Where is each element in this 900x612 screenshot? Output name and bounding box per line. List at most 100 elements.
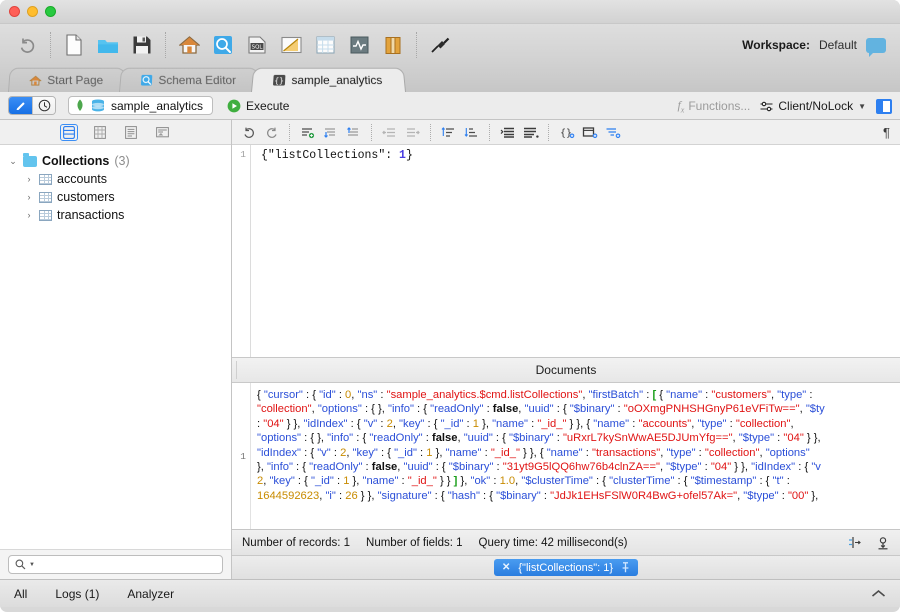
- open-folder-button[interactable]: [93, 30, 123, 60]
- json-token: "uuid": [524, 403, 554, 416]
- new-file-button[interactable]: [59, 30, 89, 60]
- editor-add-line-button[interactable]: [297, 123, 318, 142]
- window-minimize-button[interactable]: [27, 6, 38, 17]
- search-magnifier-icon: [15, 559, 26, 570]
- run-tab-listcollections[interactable]: ✕ {"listCollections": 1}: [493, 559, 639, 576]
- sidebar-view-grid-button[interactable]: [91, 124, 109, 141]
- json-token: "readOnly": [430, 403, 484, 416]
- workspace-value[interactable]: Default: [819, 38, 857, 52]
- export-download-icon[interactable]: [876, 536, 890, 550]
- documents-header: Documents: [232, 358, 900, 383]
- editor-redo-button[interactable]: [261, 123, 282, 142]
- pilcrow-icon[interactable]: ¶: [883, 125, 890, 140]
- editor-divider-1: [289, 123, 290, 141]
- chevron-up-icon[interactable]: [871, 589, 886, 599]
- home-icon: [29, 75, 41, 86]
- json-token: "key": [352, 446, 378, 459]
- chat-bubble-icon[interactable]: [866, 37, 886, 57]
- json-token: "oOXmgPNHSHGnyP61eVFiTw==": [623, 403, 800, 416]
- editor-mode-segmented-control[interactable]: [8, 96, 56, 115]
- run-tab-label: {"listCollections": 1}: [518, 561, 614, 574]
- window-close-button[interactable]: [9, 6, 20, 17]
- tree-row-customers[interactable]: › customers: [0, 188, 231, 206]
- json-token: : {: [347, 417, 364, 430]
- reference-books-button[interactable]: [378, 30, 408, 60]
- editor-code[interactable]: {"listCollections": 1}: [251, 145, 900, 357]
- redo-icon: [265, 126, 279, 139]
- editor-add-object-button[interactable]: {}: [556, 123, 577, 142]
- editor-align-left-button[interactable]: [520, 123, 541, 142]
- execute-button[interactable]: Execute: [227, 99, 289, 113]
- list-add-icon: [605, 126, 621, 139]
- results-panel[interactable]: 1 { "cursor" : { "id" : 0, "ns" : "sampl…: [232, 383, 900, 529]
- database-selector[interactable]: sample_analytics: [68, 96, 214, 115]
- sql-query-button[interactable]: SQL: [242, 30, 272, 60]
- bottom-item-all[interactable]: All: [14, 587, 27, 601]
- tab-start-page[interactable]: Start Page: [8, 67, 127, 92]
- json-token: "$binary": [448, 461, 494, 474]
- play-icon: [227, 99, 241, 113]
- editor-align-right-button[interactable]: [497, 123, 518, 142]
- chevron-right-icon[interactable]: ›: [24, 188, 34, 206]
- json-token: "idIndex": [303, 417, 348, 430]
- schema-editor-button[interactable]: [208, 30, 238, 60]
- client-lock-selector[interactable]: Client/NoLock ▼: [760, 99, 866, 113]
- editor-outdent-button[interactable]: [379, 123, 400, 142]
- mode-edit-button[interactable]: [9, 97, 32, 114]
- editor-undo-button[interactable]: [238, 123, 259, 142]
- mode-history-button[interactable]: [32, 97, 55, 114]
- bottom-item-logs[interactable]: Logs (1): [55, 587, 99, 601]
- editor-move-down-button[interactable]: [320, 123, 341, 142]
- window-zoom-button[interactable]: [45, 6, 56, 17]
- json-token: "_id_": [407, 475, 437, 488]
- json-token: "$ty: [805, 403, 825, 416]
- tree-row-accounts[interactable]: › accounts: [0, 170, 231, 188]
- tab-schema-editor[interactable]: Schema Editor: [118, 67, 260, 92]
- bottom-item-analyzer[interactable]: Analyzer: [127, 587, 174, 601]
- sidebar-view-card-button[interactable]: [153, 124, 171, 141]
- sidebar-view-document-button[interactable]: [122, 124, 140, 141]
- undo-button[interactable]: [12, 30, 42, 60]
- sidebar-view-collections-button[interactable]: [60, 123, 78, 141]
- aggregate-button[interactable]: [276, 30, 306, 60]
- pin-icon[interactable]: [621, 562, 630, 573]
- editor-add-field-button[interactable]: [579, 123, 600, 142]
- json-token: "ok": [470, 475, 491, 488]
- search-input[interactable]: ▼: [8, 555, 223, 574]
- editor-sort-desc-button[interactable]: [461, 123, 482, 142]
- editor-indent-button[interactable]: [402, 123, 423, 142]
- json-token: "sample_analytics.$cmd.listCollections": [386, 389, 583, 401]
- connect-button[interactable]: [425, 30, 455, 60]
- toolbar-divider-3: [416, 32, 417, 58]
- svg-text:{}: {}: [274, 76, 284, 85]
- json-token: "idIndex": [751, 461, 796, 474]
- side-panel-icon[interactable]: [876, 98, 892, 114]
- sidebar-toolbar: [0, 120, 231, 145]
- chevron-down-icon[interactable]: ▼: [858, 102, 866, 111]
- editor-add-list-button[interactable]: [602, 123, 623, 142]
- table-view-button[interactable]: [310, 30, 340, 60]
- editor-move-up-button[interactable]: [343, 123, 364, 142]
- json-token: : {: [301, 446, 318, 459]
- functions-button[interactable]: fx Functions...: [677, 98, 750, 114]
- home-button[interactable]: [174, 30, 204, 60]
- tree-row-transactions[interactable]: › transactions: [0, 206, 231, 224]
- close-x-icon[interactable]: ✕: [502, 562, 510, 573]
- editor-divider-3: [430, 123, 431, 141]
- query-editor[interactable]: 1 {"listCollections": 1}: [232, 145, 900, 358]
- editor-sort-asc-button[interactable]: [438, 123, 459, 142]
- chevron-right-icon[interactable]: ›: [24, 170, 34, 188]
- search-dropdown-icon[interactable]: ▼: [29, 562, 35, 568]
- tree-row-collections[interactable]: ⌄ Collections (3): [0, 152, 231, 170]
- bottom-bar: All Logs (1) Analyzer: [0, 579, 900, 607]
- json-token: :: [483, 403, 493, 416]
- tab-sample-analytics[interactable]: {} sample_analytics: [251, 67, 407, 92]
- svg-text:SQL: SQL: [252, 45, 263, 51]
- chevron-down-icon[interactable]: ⌄: [8, 152, 18, 170]
- monitoring-button[interactable]: [344, 30, 374, 60]
- chevron-right-icon[interactable]: ›: [24, 206, 34, 224]
- save-button[interactable]: [127, 30, 157, 60]
- json-token: : {: [294, 475, 311, 488]
- results-json-text[interactable]: { "cursor" : { "id" : 0, "ns" : "sample_…: [251, 383, 900, 529]
- expand-columns-icon[interactable]: [848, 536, 862, 549]
